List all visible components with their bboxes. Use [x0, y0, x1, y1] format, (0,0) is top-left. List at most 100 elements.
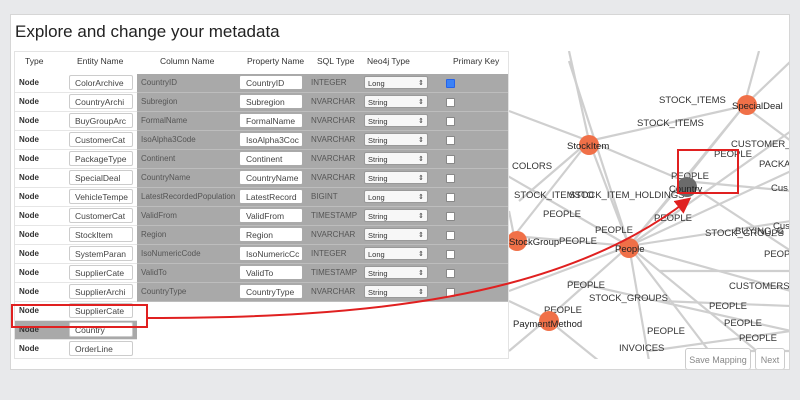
neo4j-type-value: String — [368, 212, 388, 221]
entity-type: Node — [19, 135, 39, 144]
entity-type: Node — [19, 78, 39, 87]
chevron-updown-icon: ⇕ — [418, 251, 424, 258]
neo4j-type-select[interactable]: String ⇕ — [364, 133, 428, 146]
primary-key-checkbox[interactable] — [446, 98, 455, 107]
neo4j-type-select[interactable]: String ⇕ — [364, 95, 428, 108]
sql-type: NVARCHAR — [311, 97, 356, 106]
neo4j-type-select[interactable]: Long ⇕ — [364, 76, 428, 89]
property-name-input[interactable]: IsoAlpha3Coc — [239, 132, 303, 147]
edge-label: Cus — [773, 221, 790, 232]
edge-label: PACKA — [759, 159, 790, 170]
entity-row[interactable]: Node StockItem — [15, 226, 137, 245]
header-type: Type — [25, 56, 44, 66]
column-name: IsoNumericCode — [141, 249, 201, 258]
neo4j-type-value: String — [368, 231, 388, 240]
column-name: Continent — [141, 154, 176, 163]
chevron-updown-icon: ⇕ — [418, 270, 424, 277]
entity-name-input[interactable]: VehicleTempe — [69, 189, 133, 204]
entity-type: Node — [19, 173, 39, 182]
entity-name-input[interactable]: PackageType — [69, 151, 133, 166]
entity-name-input[interactable]: OrderLine — [69, 341, 133, 356]
entity-type: Node — [19, 249, 39, 258]
entity-row[interactable]: Node BuyGroupArc — [15, 112, 137, 131]
entity-name-input[interactable]: SupplierArchi — [69, 284, 133, 299]
property-row: CountryID CountryID INTEGER Long ⇕ — [137, 74, 508, 93]
property-name-input[interactable]: LatestRecord — [239, 189, 303, 204]
entity-row[interactable]: Node SupplierCate — [15, 264, 137, 283]
entity-name-input[interactable]: StockItem — [69, 227, 133, 242]
property-name-input[interactable]: CountryName — [239, 170, 303, 185]
entity-name-input[interactable]: SupplierCate — [69, 265, 133, 280]
entity-row[interactable]: Node SupplierArchi — [15, 283, 137, 302]
entity-row[interactable]: Node CustomerCat — [15, 207, 137, 226]
neo4j-type-value: String — [368, 174, 388, 183]
node-label: People — [615, 244, 645, 255]
edge-label: PEOPLE — [595, 225, 633, 236]
primary-key-checkbox[interactable] — [446, 212, 455, 221]
sql-type: NVARCHAR — [311, 287, 356, 296]
primary-key-checkbox[interactable] — [446, 231, 455, 240]
neo4j-type-value: Long — [368, 79, 385, 88]
property-name-input[interactable]: ValidFrom — [239, 208, 303, 223]
entity-row[interactable]: Node SpecialDeal — [15, 169, 137, 188]
entity-name-input[interactable]: BuyGroupArc — [69, 113, 133, 128]
node-label: StockGroup — [509, 237, 559, 248]
column-name: LatestRecordedPopulation — [141, 192, 236, 201]
property-row: IsoNumericCode IsoNumericCc INTEGER Long ⇕ — [137, 245, 508, 264]
header-column-name: Column Name — [160, 56, 215, 66]
neo4j-type-select[interactable]: Long ⇕ — [364, 190, 428, 203]
entity-row[interactable]: Node PackageType — [15, 150, 137, 169]
node-label: SpecialDeal — [732, 101, 783, 112]
primary-key-checkbox[interactable] — [446, 193, 455, 202]
neo4j-type-select[interactable]: String ⇕ — [364, 285, 428, 298]
entity-row[interactable]: Node CustomerCat — [15, 131, 137, 150]
sql-type: NVARCHAR — [311, 173, 356, 182]
primary-key-checkbox[interactable] — [446, 174, 455, 183]
property-name-input[interactable]: CountryType — [239, 284, 303, 299]
property-name-input[interactable]: FormalName — [239, 113, 303, 128]
entity-type: Node — [19, 192, 39, 201]
neo4j-type-select[interactable]: String ⇕ — [364, 114, 428, 127]
property-row: FormalName FormalName NVARCHAR String ⇕ — [137, 112, 508, 131]
property-name-input[interactable]: Region — [239, 227, 303, 242]
entity-row[interactable]: Node VehicleTempe — [15, 188, 137, 207]
primary-key-checkbox[interactable] — [446, 155, 455, 164]
entity-row[interactable]: Node ColorArchive — [15, 74, 137, 93]
neo4j-type-select[interactable]: String ⇕ — [364, 228, 428, 241]
node-label: PaymentMethod — [513, 319, 582, 330]
neo4j-type-select[interactable]: Long ⇕ — [364, 247, 428, 260]
entity-name-input[interactable]: SystemParan — [69, 246, 133, 261]
graph-canvas[interactable]: STOCK_ITEMS STOCK_ITEMS CUSTOMER_CA PACK… — [509, 51, 790, 359]
property-name-input[interactable]: CountryID — [239, 75, 303, 90]
entity-name-input[interactable]: CountryArchi — [69, 94, 133, 109]
entity-row[interactable]: Node CountryArchi — [15, 93, 137, 112]
neo4j-type-select[interactable]: String ⇕ — [364, 266, 428, 279]
property-name-input[interactable]: IsoNumericCc — [239, 246, 303, 261]
neo4j-type-select[interactable]: String ⇕ — [364, 152, 428, 165]
next-button[interactable]: Next — [755, 348, 785, 369]
chevron-updown-icon: ⇕ — [418, 137, 424, 144]
sql-type: BIGINT — [311, 192, 338, 201]
entity-row[interactable]: Node SystemParan — [15, 245, 137, 264]
entity-name-input[interactable]: ColorArchive — [69, 75, 133, 90]
primary-key-checkbox[interactable] — [446, 269, 455, 278]
neo4j-type-select[interactable]: String ⇕ — [364, 209, 428, 222]
property-name-input[interactable]: ValidTo — [239, 265, 303, 280]
property-name-input[interactable]: Subregion — [239, 94, 303, 109]
primary-key-checkbox[interactable] — [446, 250, 455, 259]
graph-view[interactable]: STOCK_ITEMS STOCK_ITEMS CUSTOMER_CA PACK… — [509, 51, 790, 359]
primary-key-checkbox[interactable] — [446, 136, 455, 145]
neo4j-type-value: String — [368, 155, 388, 164]
property-name-input[interactable]: Continent — [239, 151, 303, 166]
header-entity-name: Entity Name — [77, 56, 124, 66]
primary-key-checkbox[interactable] — [446, 117, 455, 126]
neo4j-type-select[interactable]: String ⇕ — [364, 171, 428, 184]
entity-name-input[interactable]: SpecialDeal — [69, 170, 133, 185]
primary-key-checkbox[interactable] — [446, 79, 455, 88]
column-name: IsoAlpha3Code — [141, 135, 196, 144]
entity-row[interactable]: Node OrderLine — [15, 340, 137, 358]
save-mapping-button[interactable]: Save Mapping — [685, 348, 751, 369]
entity-name-input[interactable]: CustomerCat — [69, 132, 133, 147]
primary-key-checkbox[interactable] — [446, 288, 455, 297]
entity-name-input[interactable]: CustomerCat — [69, 208, 133, 223]
